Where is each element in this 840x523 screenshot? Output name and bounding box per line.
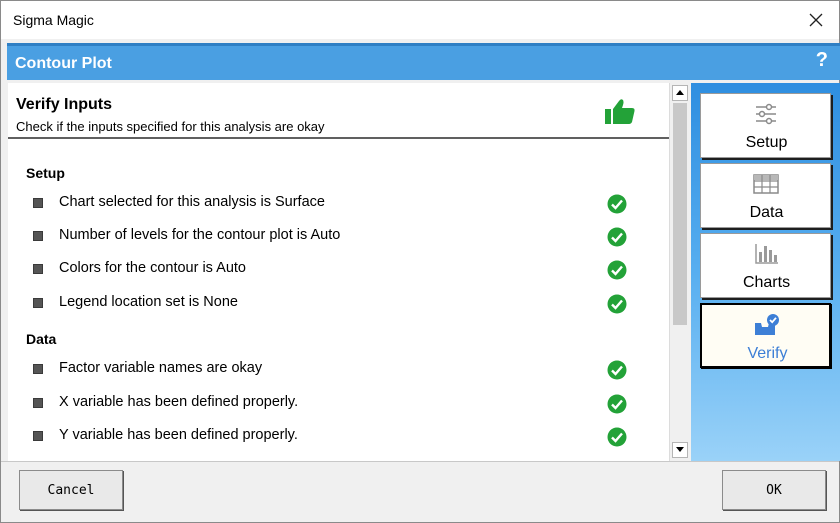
dialog-window: Sigma Magic Contour Plot ? Verify Inputs… [0, 0, 840, 523]
check-icon [607, 427, 627, 452]
arrow-up-icon [676, 90, 684, 95]
verify-panel: Verify Inputs Check if the inputs specif… [8, 83, 669, 461]
vertical-scrollbar[interactable] [669, 83, 689, 461]
list-item: Colors for the contour is Auto [8, 257, 669, 283]
window-title: Sigma Magic [13, 12, 94, 28]
nav-setup-button[interactable]: Setup [700, 93, 831, 158]
verify-title: Verify Inputs [16, 96, 113, 113]
nav-data-button[interactable]: Data [700, 163, 831, 228]
cancel-button[interactable]: Cancel [19, 470, 123, 510]
arrow-down-icon [676, 447, 684, 452]
check-icon [607, 394, 627, 419]
close-icon[interactable] [801, 5, 831, 35]
title-bar: Sigma Magic [1, 1, 839, 39]
bullet [33, 198, 43, 208]
check-icon [607, 227, 627, 252]
footer-divider [1, 461, 839, 462]
nav-label: Charts [742, 274, 791, 291]
list-item: Y variable has been defined properly. [8, 424, 669, 450]
list-item: X variable has been defined properly. [8, 391, 669, 417]
nav-charts-button[interactable]: Charts [700, 233, 831, 298]
item-text: X variable has been defined properly. [59, 394, 299, 410]
help-button[interactable]: ? [816, 49, 828, 72]
item-text: Legend location set is None [59, 294, 238, 310]
verify-subtitle: Check if the inputs specified for this a… [16, 119, 325, 134]
scroll-down-button[interactable] [672, 442, 688, 458]
scroll-up-button[interactable] [672, 85, 688, 101]
bullet [33, 298, 43, 308]
item-text: Colors for the contour is Auto [59, 260, 246, 276]
check-icon [607, 260, 627, 285]
nav-verify-button[interactable]: Verify [700, 303, 831, 368]
check-icon [607, 194, 627, 219]
grid-icon [752, 172, 780, 196]
bullet [33, 431, 43, 441]
section-title-data: Data [26, 331, 57, 347]
item-text: Number of levels for the contour plot is… [59, 227, 341, 243]
header-band: Contour Plot ? [7, 43, 840, 80]
scrollbar-thumb[interactable] [673, 103, 687, 325]
list-item: Factor variable names are okay [8, 357, 669, 383]
section-title-setup: Setup [26, 165, 65, 181]
thumbs-up-icon [604, 98, 636, 131]
bullet [33, 398, 43, 408]
sliders-icon [752, 102, 780, 126]
nav-label: Setup [745, 134, 788, 151]
inbox-check-icon [753, 313, 781, 337]
item-text: Factor variable names are okay [59, 360, 263, 376]
item-text: Y variable has been defined properly. [59, 427, 298, 443]
check-icon [607, 294, 627, 319]
list-item: Legend location set is None [8, 291, 669, 317]
nav-label: Verify [747, 345, 788, 362]
check-icon [607, 360, 627, 385]
bullet [33, 264, 43, 274]
list-item: Chart selected for this analysis is Surf… [8, 191, 669, 217]
verify-header: Verify Inputs Check if the inputs specif… [8, 83, 669, 139]
nav-label: Data [749, 204, 784, 221]
page-title: Contour Plot [15, 55, 112, 72]
navigation-panel: Setup Data Charts Verify [691, 83, 840, 461]
item-text: Chart selected for this analysis is Surf… [59, 194, 325, 210]
bar-chart-icon [752, 242, 780, 266]
list-item: Number of levels for the contour plot is… [8, 224, 669, 250]
ok-button[interactable]: OK [722, 470, 826, 510]
bullet [33, 364, 43, 374]
bullet [33, 231, 43, 241]
